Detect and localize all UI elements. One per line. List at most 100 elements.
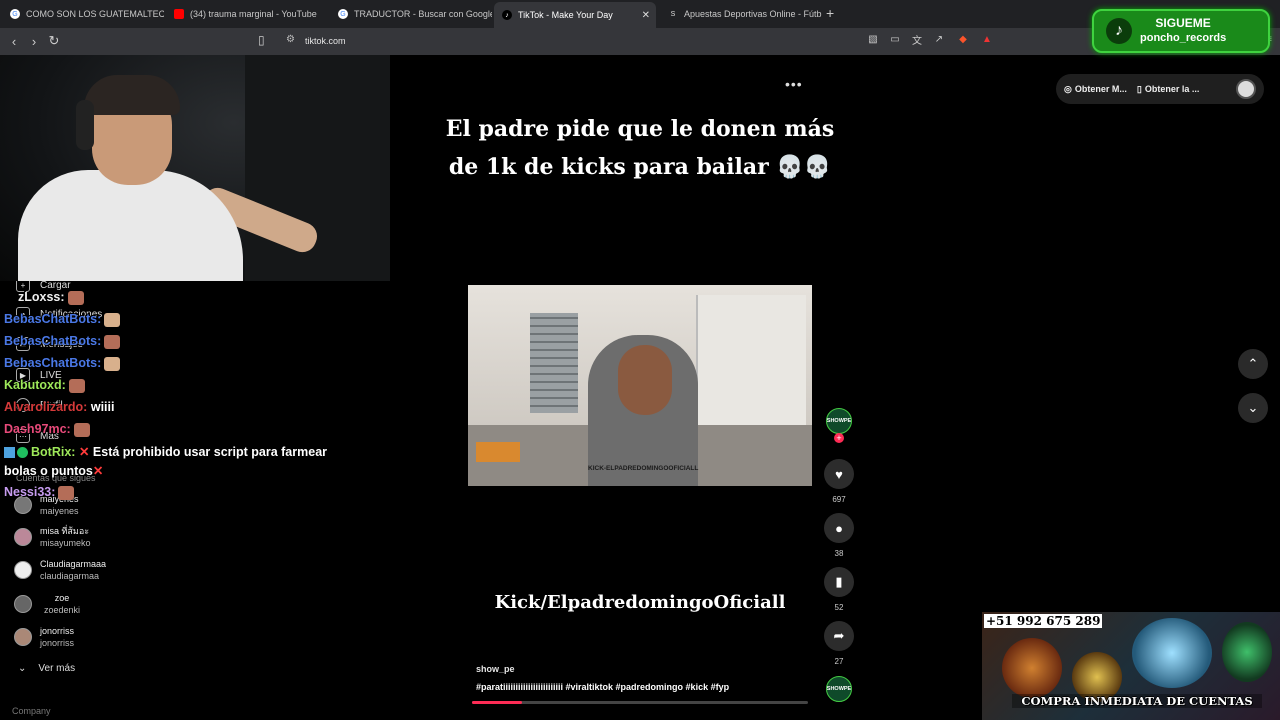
chat-message: Dash97mc: (4, 422, 90, 437)
chat-user: Kabutoxd: (4, 378, 66, 392)
phone-icon: ▯ (1136, 83, 1142, 94)
emote-icon (67, 290, 84, 305)
get-mobile-app-button[interactable]: ▯ Obtener la ... (1137, 84, 1199, 95)
comment-button[interactable]: ● (824, 513, 854, 543)
top-right-actions: ◎ Obtener M... ▯ Obtener la ... (1056, 74, 1264, 104)
sound-avatar[interactable]: SHOWPE (826, 676, 852, 702)
tiktok-icon: ♪ (502, 10, 512, 20)
video-face (618, 345, 672, 415)
translate-icon[interactable]: 文 (910, 32, 924, 47)
previous-video-button[interactable]: ⌃ (1238, 349, 1268, 379)
site-info-icon[interactable]: ⚙ (286, 34, 295, 45)
more-options-icon[interactable]: ••• (785, 76, 803, 92)
google-icon: G (338, 9, 348, 19)
like-button[interactable]: ♥ (824, 459, 854, 489)
company-link[interactable]: Company (12, 706, 51, 716)
bot-badge-icon (4, 447, 15, 459)
emote-icon (104, 356, 121, 371)
video-author[interactable]: show_pe (476, 664, 515, 674)
share-count: 27 (834, 657, 844, 666)
following-account[interactable]: Claudiagarmaaa claudiagarmaa (14, 558, 106, 582)
chat-message: BebasChatBots: (4, 356, 121, 371)
following-account[interactable]: jonorriss jonorriss (14, 625, 74, 649)
tab-apuestas[interactable]: S Apuestas Deportivas Online - Fútbol, (660, 4, 822, 24)
next-video-button[interactable]: ⌄ (1238, 393, 1268, 423)
follow-plus-icon[interactable]: + (834, 433, 844, 443)
back-icon[interactable]: ‹ (6, 33, 22, 49)
bet-icon: S (670, 10, 676, 18)
video-progress-fill (472, 701, 523, 704)
chat-message: BebasChatBots: (4, 334, 121, 349)
tab-guatemaltecos[interactable]: G COMO SON LOS GUATEMALTECOS - (2, 4, 164, 24)
chevron-down-icon: ⌄ (1247, 400, 1259, 415)
streamer-hair (84, 75, 180, 115)
account-name: Claudiagarmaaa (40, 559, 107, 569)
get-app-button[interactable]: ◎ Obtener M... (1064, 84, 1127, 95)
emote-icon (73, 422, 90, 437)
account-name: misa ที่ส้มอะ (40, 526, 90, 536)
see-more-label: Ver más (38, 663, 76, 674)
video-window (530, 313, 578, 413)
google-icon: G (10, 9, 20, 19)
creator-avatar-label: SHOWPE (826, 418, 852, 424)
video-hashtags[interactable]: #paratiiiiiiiiiiiiiiiiiiiiiiii #viraltik… (476, 682, 729, 692)
creator-avatar[interactable]: SHOWPE (826, 408, 852, 434)
video-box (476, 442, 520, 462)
streamer-shirt (18, 170, 243, 281)
tab-title: (34) trauma marginal - YouTube (190, 9, 317, 19)
following-account[interactable]: zoe zoedenki (14, 592, 84, 616)
get-mobile-label: Obtener la ... (1144, 84, 1200, 94)
screenshot-icon[interactable]: ▭ (888, 32, 902, 46)
url-text[interactable]: tiktok.com (305, 36, 346, 46)
share-icon[interactable]: ↗ (932, 32, 946, 46)
follow-overlay: ♪ SIGUEME poncho_records (1092, 9, 1270, 53)
new-tab-button[interactable]: + (826, 5, 834, 21)
tab-traductor[interactable]: G TRADUCTOR - Buscar con Google (330, 4, 492, 24)
video-progress-bar[interactable] (472, 701, 808, 704)
chat-message: BebasChatBots: (4, 312, 121, 327)
save-button[interactable]: ▮ (824, 567, 854, 597)
chat-text: Está prohibido usar script para farmear (92, 445, 328, 459)
chat-text: wiiii (90, 400, 115, 414)
tab-title: Apuestas Deportivas Online - Fútbol, (684, 9, 822, 19)
video-watermark: KICK-ELPADREDOMINGOOFICIALL (588, 465, 699, 472)
chat-user: Dash97mc: (4, 422, 71, 436)
no-video-icon[interactable]: ▧ (866, 32, 880, 46)
forward-icon[interactable]: › (26, 33, 42, 49)
account-user: maiyenes (40, 506, 79, 516)
chat-text: bolas o puntos (4, 464, 93, 478)
brave-shield-icon[interactable]: ◆ (956, 32, 970, 46)
see-more-button[interactable]: ⌄ Ver más (18, 663, 75, 674)
tab-youtube[interactable]: (34) trauma marginal - YouTube (166, 4, 328, 24)
user-avatar[interactable] (1236, 79, 1256, 99)
verified-badge-icon (17, 447, 28, 459)
emote-icon (58, 485, 75, 500)
bookmark-icon: ▮ (835, 574, 843, 589)
close-icon[interactable]: ✕ (642, 10, 650, 21)
chat-message-continued: bolas o puntos✕ (4, 463, 103, 478)
get-app-label: Obtener M... (1074, 84, 1127, 94)
like-count: 697 (832, 495, 846, 504)
avatar (14, 595, 32, 613)
chat-user: BebasChatBots: (4, 356, 102, 370)
webcam-background (245, 55, 390, 281)
tab-tiktok[interactable]: ♪ TikTok - Make Your Day ✕ (494, 2, 656, 28)
chat-user: BebasChatBots: (4, 334, 102, 348)
share-button[interactable]: ➦ (824, 621, 854, 651)
following-account[interactable]: misa ที่ส้มอะ misayumeko (14, 525, 91, 549)
avatar (14, 628, 32, 646)
chat-message: BotRix: ✕ Está prohibido usar script par… (4, 444, 327, 459)
ad-phone: +51 992 675 289 (984, 614, 1103, 628)
rewards-icon[interactable]: ▲ (980, 32, 994, 46)
heart-icon: ♥ (835, 466, 843, 482)
tab-title: TRADUCTOR - Buscar con Google (354, 9, 492, 19)
chat-user: BebasChatBots: (4, 312, 102, 326)
bookmark-icon[interactable]: ▯ (258, 33, 265, 47)
video-caption-bottom: Kick/ElpadredomingoOficiall (494, 592, 786, 613)
video-player[interactable]: KICK-ELPADREDOMINGOOFICIALL (468, 285, 812, 486)
video-caption-overlay: El padre pide que le donen más de 1k de … (445, 116, 835, 180)
reload-icon[interactable]: ↻ (46, 33, 62, 49)
comment-icon: ● (835, 520, 843, 536)
chat-user: Alvarolizardo: (4, 400, 88, 414)
chat-user: zLoxss: (18, 290, 65, 304)
